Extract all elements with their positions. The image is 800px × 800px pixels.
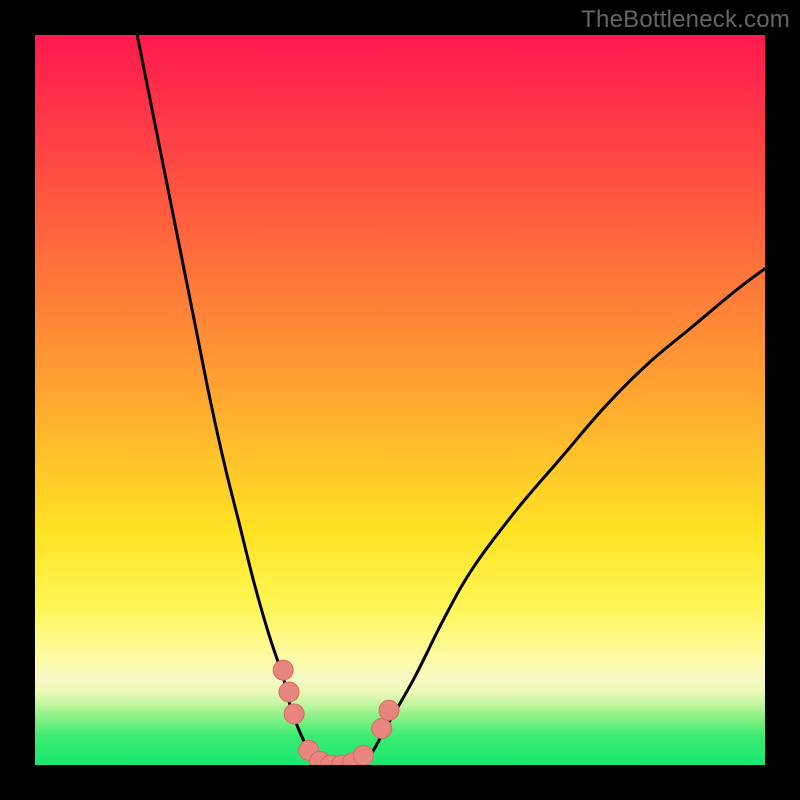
data-marker	[372, 719, 392, 739]
chart-frame: TheBottleneck.com	[0, 0, 800, 800]
watermark-text: TheBottleneck.com	[581, 6, 790, 34]
curve-markers	[273, 660, 399, 765]
data-marker	[279, 682, 299, 702]
series-left-branch	[137, 35, 327, 765]
data-marker	[379, 700, 399, 720]
data-marker	[354, 746, 374, 765]
plot-area	[35, 35, 765, 765]
chart-svg	[35, 35, 765, 765]
data-marker	[284, 704, 304, 724]
series-right-branch	[356, 269, 765, 765]
curve-lines	[137, 35, 765, 765]
data-marker	[273, 660, 293, 680]
